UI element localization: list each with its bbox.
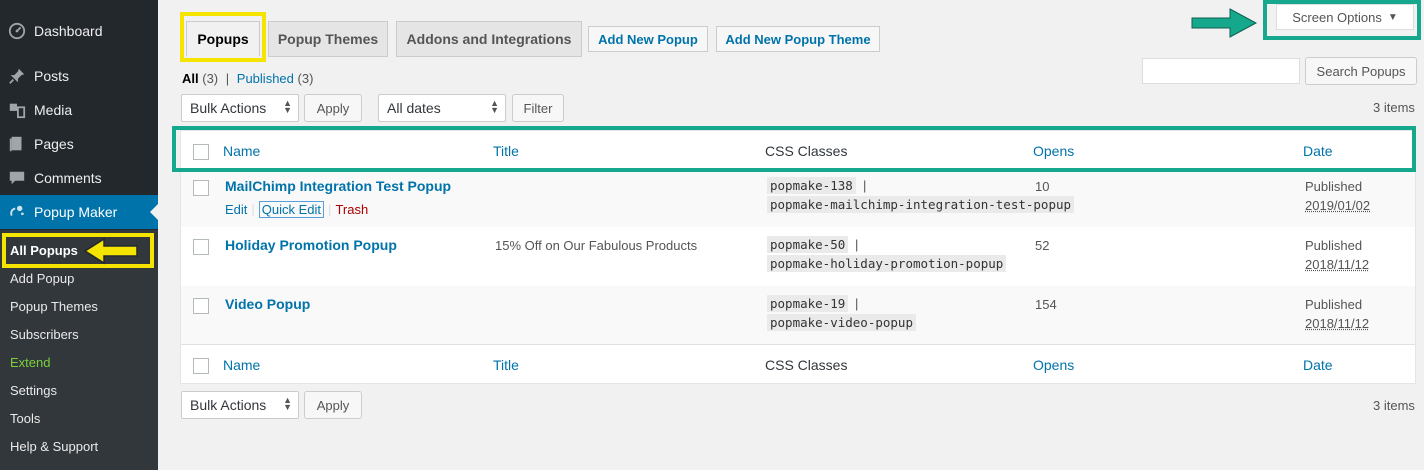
row-checkbox[interactable] (193, 180, 209, 196)
filter-all-label[interactable]: All (182, 71, 199, 86)
submenu-tools[interactable]: Tools (10, 411, 40, 426)
popup-maker-icon (0, 203, 34, 221)
add-new-popup-button[interactable]: Add New Popup (588, 26, 708, 52)
popup-opens: 10 (1035, 179, 1050, 194)
sidebar-item-posts[interactable]: Posts (0, 59, 158, 93)
popup-date: 2019/01/02 (1305, 198, 1371, 213)
filter-button[interactable]: Filter (512, 94, 564, 122)
pushpin-icon (0, 67, 34, 85)
sidebar-item-dashboard[interactable]: Dashboard (0, 14, 158, 48)
date-filter-value: All dates (387, 100, 441, 116)
select-arrows-icon: ▲ ▼ (283, 98, 292, 115)
add-new-popup-theme-button[interactable]: Add New Popup Theme (716, 26, 880, 52)
popup-status: Published (1305, 238, 1363, 253)
row-checkbox[interactable] (193, 239, 209, 255)
table-footer-row: Name Title CSS Classes Opens Date (181, 345, 1415, 385)
submenu-add-popup[interactable]: Add Popup (10, 271, 74, 286)
filter-separator: | (225, 71, 230, 86)
submenu-popup-themes[interactable]: Popup Themes (10, 299, 98, 314)
bulk-actions-value: Bulk Actions (190, 397, 267, 413)
sidebar-item-comments[interactable]: Comments (0, 161, 158, 195)
comments-icon (0, 169, 34, 187)
popup-status: Published (1305, 179, 1363, 194)
search-input[interactable] (1142, 58, 1300, 84)
tab-popup-themes[interactable]: Popup Themes (268, 21, 388, 57)
popup-name-link[interactable]: MailChimp Integration Test Popup (225, 178, 451, 194)
css-class-id: popmake-50 (767, 236, 849, 253)
sidebar-item-pages[interactable]: Pages (0, 127, 158, 161)
sidebar-item-media[interactable]: Media (0, 93, 158, 127)
popup-date: 2018/11/12 (1305, 316, 1370, 331)
css-class-id: popmake-19 (767, 295, 849, 312)
table-row: Video Popup popmake-19 | popmake-video-p… (181, 286, 1415, 345)
bulk-actions-select-bottom[interactable]: Bulk Actions ▲ ▼ (181, 391, 299, 419)
quick-edit-link[interactable]: Quick Edit (258, 201, 325, 218)
sidebar-item-label: Dashboard (34, 23, 103, 39)
sidebar-item-popup-maker[interactable]: Popup Maker (0, 195, 158, 229)
sidebar-item-label: Pages (34, 136, 74, 152)
css-class-slug: popmake-mailchimp-integration-test-popup (767, 196, 1075, 213)
row-action-separator: | (251, 202, 255, 217)
screen-options-highlight (1263, 0, 1421, 40)
popup-opens: 154 (1035, 297, 1057, 312)
dashboard-icon (0, 22, 34, 40)
column-footer-name[interactable]: Name (223, 357, 260, 373)
popup-name-link[interactable]: Video Popup (225, 296, 310, 312)
popup-status: Published (1305, 297, 1363, 312)
sidebar-item-label: Posts (34, 68, 70, 84)
submenu-extend[interactable]: Extend (10, 355, 50, 370)
row-checkbox[interactable] (193, 298, 209, 314)
popup-opens: 52 (1035, 238, 1050, 253)
row-actions: Edit | Quick Edit | Trash (225, 201, 368, 218)
media-icon (0, 101, 34, 119)
trash-link[interactable]: Trash (335, 202, 368, 217)
sidebar-item-label: Comments (34, 170, 102, 186)
select-arrows-icon: ▲ ▼ (490, 98, 499, 115)
filter-published-link[interactable]: Published (237, 71, 294, 86)
submenu-subscribers[interactable]: Subscribers (10, 327, 79, 342)
sidebar-item-label: Popup Maker (34, 204, 118, 220)
filter-all-count: (3) (202, 71, 219, 86)
column-footer-opens[interactable]: Opens (1033, 357, 1074, 373)
bulk-actions-value: Bulk Actions (190, 100, 267, 116)
sidebar-item-label: Media (34, 102, 73, 118)
date-filter-select[interactable]: All dates ▲ ▼ (378, 94, 506, 122)
css-class-separator: | (863, 178, 867, 193)
popup-date: 2018/11/12 (1305, 257, 1370, 272)
row-action-separator: | (328, 202, 332, 217)
items-count-bottom: 3 items (1373, 398, 1415, 413)
css-class-slug: popmake-video-popup (767, 314, 916, 331)
select-all-checkbox-footer[interactable] (193, 358, 209, 374)
css-class-separator: | (855, 296, 859, 311)
apply-button-top[interactable]: Apply (304, 94, 362, 122)
arrow-right-icon (1191, 8, 1258, 38)
edit-link[interactable]: Edit (225, 202, 247, 217)
column-footer-title[interactable]: Title (493, 357, 519, 373)
status-filters: All (3) | Published (3) (182, 71, 313, 86)
css-class-id: popmake-138 (767, 177, 856, 194)
bulk-actions-select-top[interactable]: Bulk Actions ▲ ▼ (181, 94, 299, 122)
tab-addons-integrations[interactable]: Addons and Integrations (396, 21, 582, 57)
table-header-highlight (172, 126, 1416, 172)
search-popups-button[interactable]: Search Popups (1305, 57, 1417, 85)
column-footer-css-classes: CSS Classes (765, 357, 848, 373)
submenu-help-support[interactable]: Help & Support (10, 439, 98, 454)
select-arrows-icon: ▲ ▼ (283, 395, 292, 412)
css-class-separator: | (855, 237, 859, 252)
table-row: MailChimp Integration Test Popup Edit | … (181, 171, 1415, 227)
popups-tab-highlight (180, 12, 266, 62)
pages-icon (0, 135, 34, 153)
popup-name-link[interactable]: Holiday Promotion Popup (225, 237, 397, 253)
items-count-top: 3 items (1373, 100, 1415, 115)
table-row: Holiday Promotion Popup 15% Off on Our F… (181, 227, 1415, 286)
column-footer-date[interactable]: Date (1303, 357, 1333, 373)
css-class-slug: popmake-holiday-promotion-popup (767, 255, 1007, 272)
arrow-left-icon (83, 237, 138, 265)
apply-button-bottom[interactable]: Apply (304, 391, 362, 419)
filter-published-count: (3) (297, 71, 314, 86)
submenu-settings[interactable]: Settings (10, 383, 57, 398)
popup-title: 15% Off on Our Fabulous Products (495, 238, 698, 253)
